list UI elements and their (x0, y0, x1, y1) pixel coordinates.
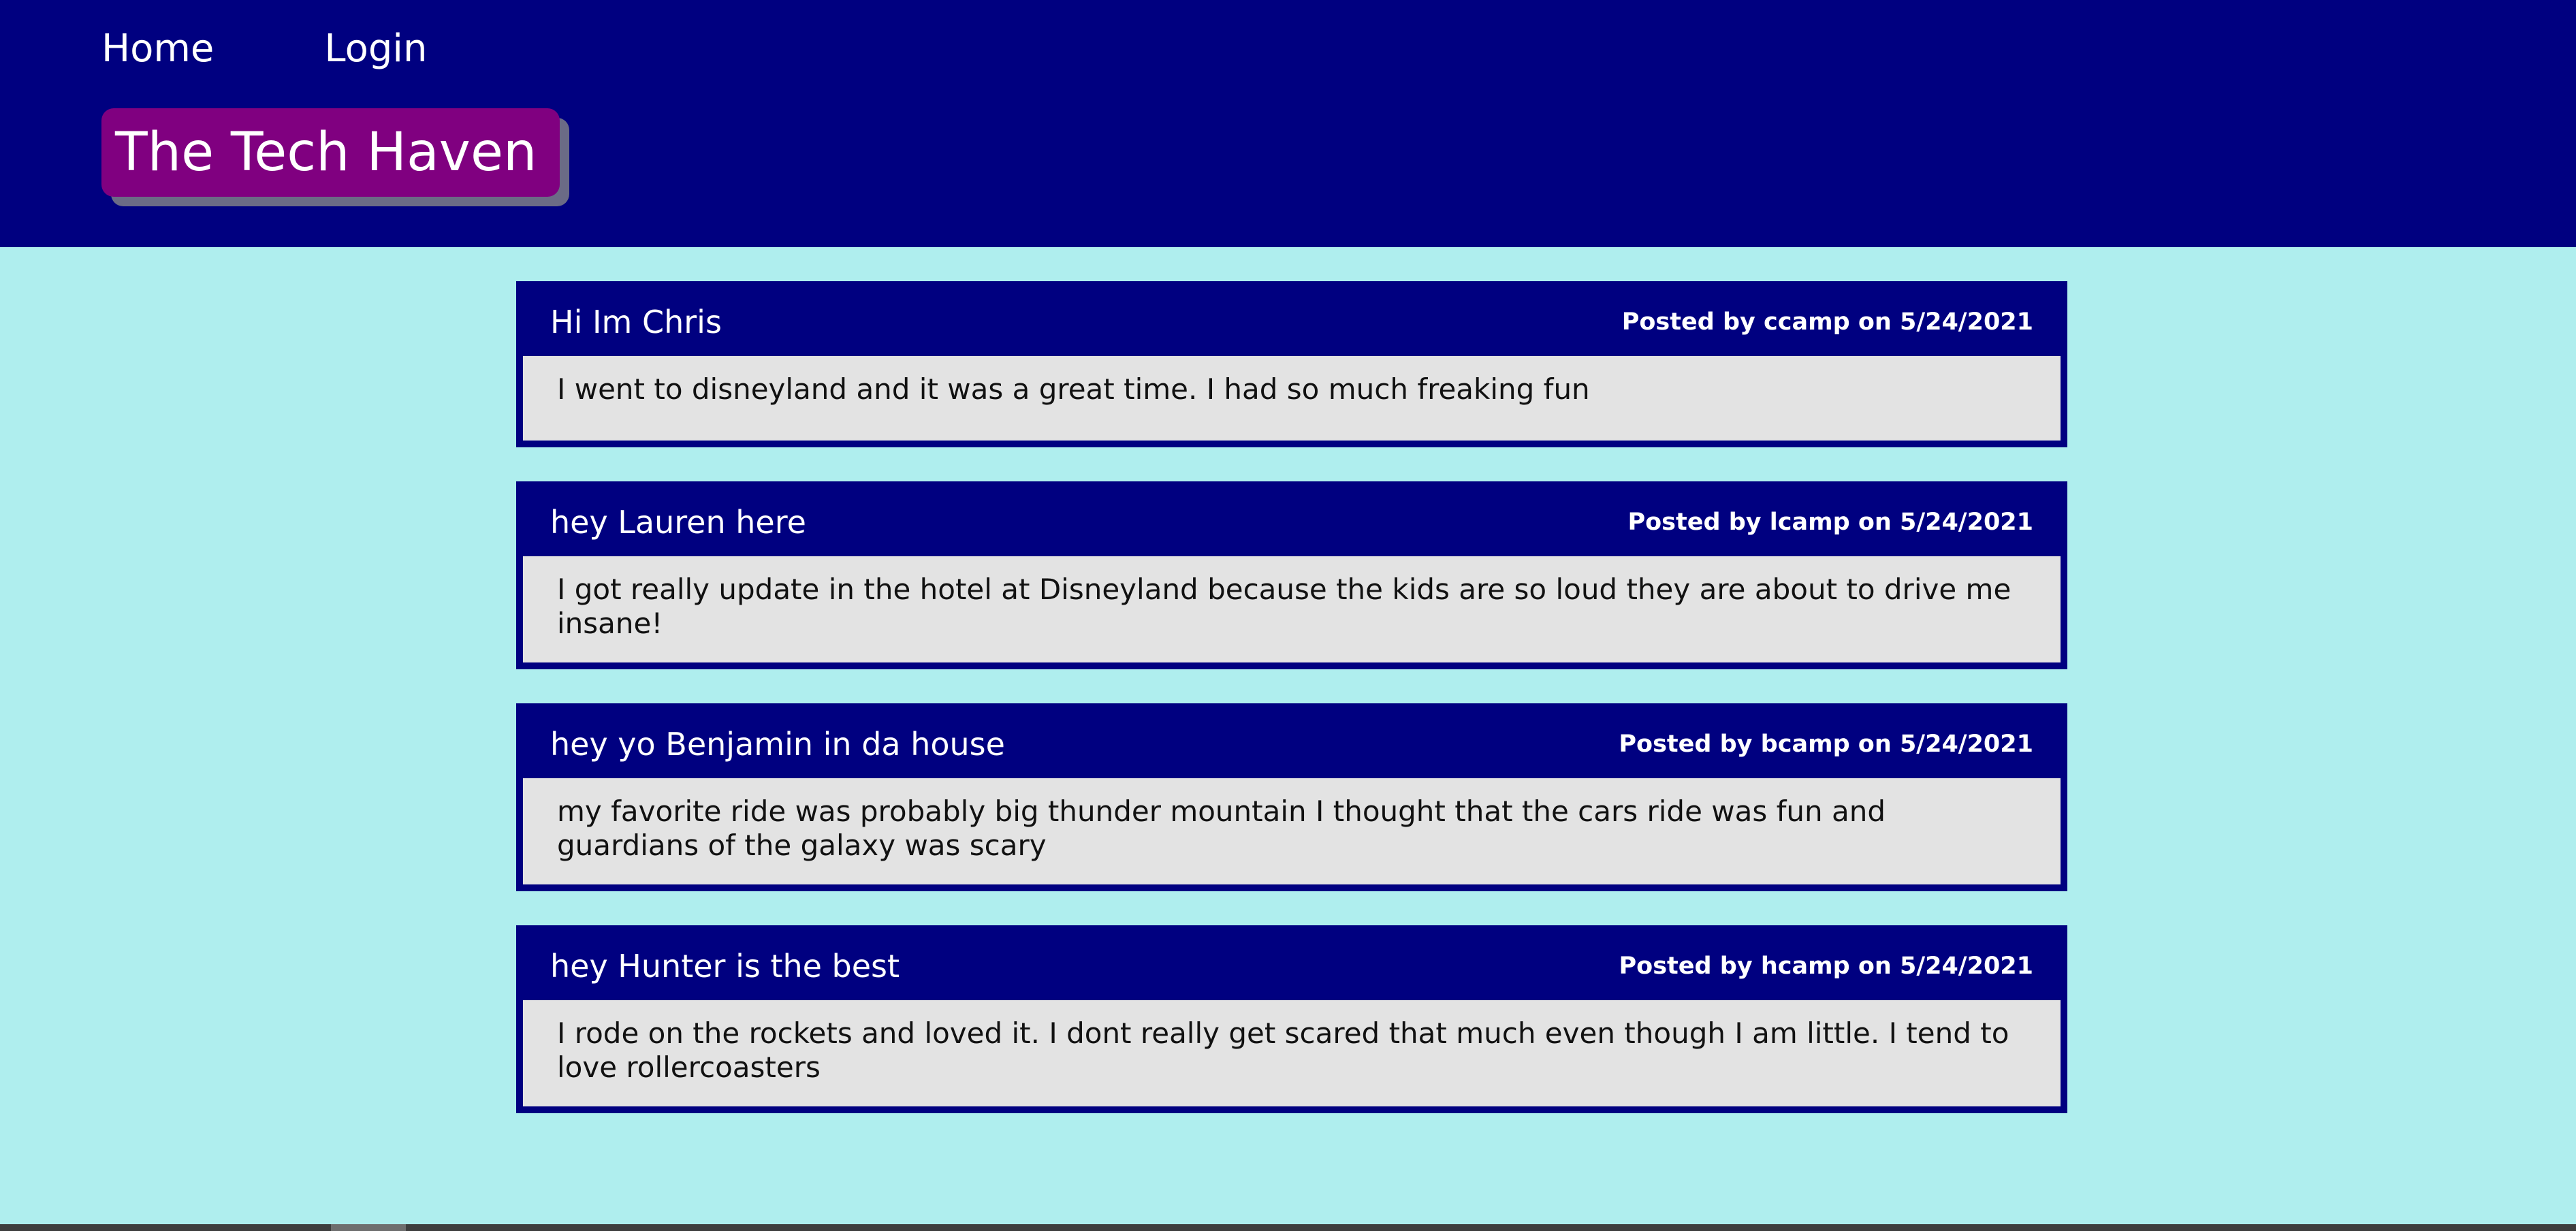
post-body: my favorite ride was probably big thunde… (523, 778, 2061, 884)
post-title: Hi Im Chris (550, 304, 722, 340)
post-title: hey Hunter is the best (550, 948, 900, 985)
post-card: Hi Im Chris Posted by ccamp on 5/24/2021… (516, 281, 2067, 447)
post-header: hey yo Benjamin in da house Posted by bc… (523, 710, 2061, 778)
post-card: hey Lauren here Posted by lcamp on 5/24/… (516, 481, 2067, 669)
nav-login-link[interactable]: Login (324, 23, 427, 75)
post-card: hey yo Benjamin in da house Posted by bc… (516, 703, 2067, 891)
nav-home-link[interactable]: Home (101, 23, 214, 75)
post-header: Hi Im Chris Posted by ccamp on 5/24/2021 (523, 288, 2061, 356)
main-nav: Home Login (101, 23, 537, 75)
scrollbar-thumb[interactable] (331, 1224, 406, 1231)
post-meta: Posted by hcamp on 5/24/2021 (1619, 953, 2033, 980)
post-meta: Posted by bcamp on 5/24/2021 (1619, 731, 2033, 758)
post-title: hey Lauren here (550, 504, 806, 541)
post-meta: Posted by lcamp on 5/24/2021 (1627, 509, 2033, 536)
post-header: hey Hunter is the best Posted by hcamp o… (523, 932, 2061, 1000)
post-body: I went to disneyland and it was a great … (523, 356, 2061, 441)
post-header: hey Lauren here Posted by lcamp on 5/24/… (523, 488, 2061, 556)
post-body: I got really update in the hotel at Disn… (523, 556, 2061, 662)
post-list: Hi Im Chris Posted by ccamp on 5/24/2021… (516, 281, 2067, 1147)
horizontal-scrollbar[interactable] (0, 1224, 2576, 1231)
site-header: Home Login The Tech Haven (0, 0, 2576, 247)
post-card: hey Hunter is the best Posted by hcamp o… (516, 925, 2067, 1113)
site-title: The Tech Haven (101, 108, 560, 197)
post-title: hey yo Benjamin in da house (550, 726, 1005, 763)
post-meta: Posted by ccamp on 5/24/2021 (1621, 308, 2033, 336)
post-body: I rode on the rockets and loved it. I do… (523, 1000, 2061, 1106)
